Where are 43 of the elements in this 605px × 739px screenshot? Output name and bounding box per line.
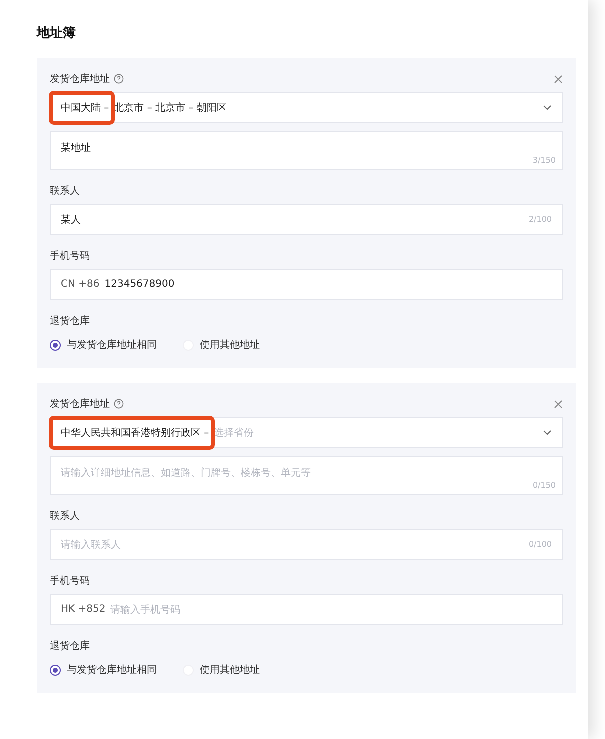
country-code: CN +86 <box>61 279 100 290</box>
chevron-down-icon <box>543 430 552 436</box>
select-value: 北京市 – 北京市 – 朝阳区 <box>114 102 227 114</box>
field-label: 手机号码 <box>50 250 91 263</box>
input-placeholder: 请输入详细地址信息、如道路、门牌号、楼栋号、单元等 <box>61 466 311 480</box>
chevron-down-icon <box>543 104 552 110</box>
page-title: 地址簿 <box>37 25 77 42</box>
region-select[interactable]: 中国大陆 – 北京市 – 北京市 – 朝阳区 <box>50 92 563 123</box>
field-label: 联系人 <box>50 510 81 523</box>
select-placeholder: 选择省份 <box>214 426 254 440</box>
input-value: 某人 <box>61 214 81 226</box>
help-icon[interactable] <box>114 74 124 84</box>
field-label: 联系人 <box>50 184 81 198</box>
radio-option[interactable]: 与发货仓库地址相同 <box>50 663 157 677</box>
input-placeholder: 请输入联系人 <box>61 538 121 552</box>
close-icon[interactable] <box>554 74 563 84</box>
select-value: 中国大陆 – <box>61 102 110 114</box>
character-counter: 2/100 <box>528 215 552 224</box>
help-icon[interactable] <box>114 399 124 409</box>
input-value: 某地址 <box>61 142 91 155</box>
field-label: 退货仓库 <box>50 640 91 653</box>
close-icon[interactable] <box>554 400 563 408</box>
contact-input[interactable]: 某人 2/100 <box>50 204 563 235</box>
phone-input[interactable]: CN +86 12345678900 <box>50 269 563 300</box>
character-counter: 0/100 <box>528 540 552 549</box>
radio-option[interactable]: 使用其他地址 <box>183 663 260 677</box>
character-counter: 3/150 <box>532 156 556 165</box>
field-label: 发货仓库地址 <box>50 72 110 86</box>
character-counter: 0/150 <box>532 481 556 490</box>
radio-option[interactable]: 与发货仓库地址相同 <box>50 338 157 352</box>
region-select[interactable]: 中华人民共和国香港特别行政区 – 选择省份 <box>50 417 563 448</box>
phone-input[interactable]: HK +852 请输入手机号码 <box>50 594 563 625</box>
input-placeholder: 请输入手机号码 <box>110 604 181 616</box>
field-label: 退货仓库 <box>50 314 91 328</box>
field-label: 发货仓库地址 <box>50 398 110 411</box>
country-code: HK +852 <box>61 604 106 615</box>
radio-option[interactable]: 使用其他地址 <box>183 338 260 352</box>
input-value: 12345678900 <box>104 279 175 290</box>
select-value: 中华人民共和国香港特别行政区 – <box>61 428 210 438</box>
field-label: 手机号码 <box>50 574 91 588</box>
radio-icon[interactable] <box>50 664 61 676</box>
address-input[interactable]: 某地址 3/150 <box>50 131 563 170</box>
radio-icon[interactable] <box>50 340 61 350</box>
